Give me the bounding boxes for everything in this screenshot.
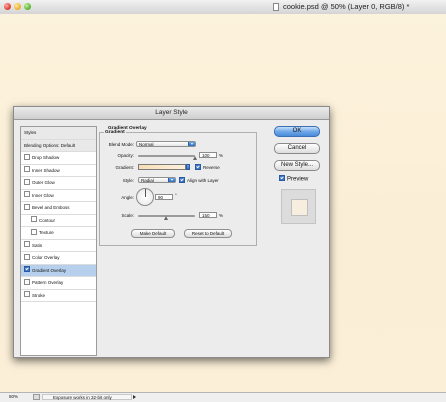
document-icon <box>273 3 279 11</box>
angle-input[interactable]: 90 <box>155 194 173 200</box>
preview-thumbnail <box>281 189 316 224</box>
new-style-button[interactable]: New Style... <box>274 160 320 171</box>
opacity-slider-thumb[interactable] <box>192 156 197 160</box>
preview-checkbox-box[interactable] <box>279 175 285 181</box>
zoom-level-field[interactable]: 50% <box>9 394 29 400</box>
style-checkbox[interactable] <box>24 191 30 198</box>
scale-slider[interactable] <box>138 215 195 220</box>
blend-mode-select[interactable]: Normal <box>136 141 196 147</box>
gradient-picker[interactable] <box>138 164 186 170</box>
style-checkbox[interactable] <box>24 291 30 298</box>
scale-input[interactable]: 150 <box>199 212 217 218</box>
style-checkbox[interactable] <box>24 203 30 210</box>
preview-checkbox[interactable]: Preview <box>279 175 309 183</box>
style-checkbox[interactable] <box>24 166 30 173</box>
opacity-unit: % <box>219 153 224 158</box>
opacity-input[interactable]: 100 <box>199 152 217 158</box>
styles-list-item[interactable]: Satin <box>21 240 96 252</box>
angle-label: Angle: <box>121 195 134 200</box>
styles-list-item-label: Stroke <box>32 292 46 298</box>
styles-list-item-label: Bevel and Emboss <box>32 205 70 210</box>
styles-list-item[interactable]: Pattern Overlay <box>21 277 96 290</box>
zoom-window-icon[interactable] <box>24 3 31 10</box>
styles-list-item-label: Texture <box>39 230 54 235</box>
styles-list-item[interactable]: Texture <box>21 227 96 240</box>
styles-list-item[interactable]: Blending Options: Default <box>21 139 96 152</box>
dialog-title: Layer Style <box>14 107 329 120</box>
style-checkbox[interactable] <box>24 266 30 273</box>
window-title: cookie.psd @ 50% (Layer 0, RGB/8) * <box>283 2 410 11</box>
gradient-group: Gradient Blend Mode: Normal Opacity: 100… <box>99 130 257 246</box>
style-checkbox[interactable] <box>31 228 37 235</box>
style-label: Style: <box>122 178 134 183</box>
style-checkbox[interactable] <box>31 216 37 223</box>
styles-list-item-label: Inner Shadow <box>32 167 60 173</box>
styles-list-item-label: Color Overlay <box>32 255 60 260</box>
style-select[interactable]: Radial <box>138 177 176 183</box>
align-checkbox-box[interactable] <box>179 177 185 183</box>
gradient-dropdown-icon[interactable] <box>186 164 190 170</box>
styles-list-item[interactable]: Styles <box>21 127 96 140</box>
style-checkbox[interactable] <box>24 278 30 285</box>
styles-list-item[interactable]: Inner Glow <box>21 190 96 202</box>
styles-list-item[interactable]: Bevel and Emboss <box>21 202 96 215</box>
styles-list-item[interactable]: Outer Glow <box>21 177 96 190</box>
chevron-down-icon <box>168 178 175 182</box>
styles-list-item[interactable]: Drop Shadow <box>21 152 96 165</box>
blend-mode-value: Normal <box>139 142 154 147</box>
align-with-layer-checkbox[interactable]: Align with Layer <box>179 177 219 184</box>
cancel-button[interactable]: Cancel <box>274 143 320 154</box>
styles-list-item-label: Styles <box>24 130 37 135</box>
gradient-overlay-panel: Gradient Overlay Gradient Blend Mode: No… <box>98 126 270 354</box>
styles-list-item-label: Outer Glow <box>32 180 55 185</box>
close-window-icon[interactable] <box>4 3 11 10</box>
angle-unit: ° <box>175 193 177 198</box>
reset-to-default-button[interactable]: Reset to Default <box>184 229 232 238</box>
angle-dial[interactable] <box>136 188 154 206</box>
opacity-slider[interactable] <box>138 155 197 160</box>
gradient-label: Gradient: <box>115 165 134 170</box>
reverse-checkbox[interactable]: Reverse <box>195 164 220 171</box>
opacity-label: Opacity: <box>117 153 134 158</box>
styles-list-item-label: Satin <box>32 242 43 248</box>
align-label: Align with Layer <box>187 178 219 184</box>
styles-list: Styles Blending Options: Default Drop Shad… <box>20 126 97 356</box>
style-checkbox[interactable] <box>24 178 30 185</box>
scale-unit: % <box>219 213 224 218</box>
styles-list-item[interactable]: Contour <box>21 215 96 227</box>
scale-slider-thumb[interactable] <box>164 216 168 220</box>
reverse-label: Reverse <box>203 165 220 171</box>
style-checkbox[interactable] <box>24 253 30 260</box>
layer-style-dialog: Layer Style Styles Blending Options: Defa… <box>13 106 330 358</box>
ok-button[interactable]: OK <box>274 126 320 137</box>
preview-swatch <box>291 199 308 216</box>
styles-list-item-label: Pattern Overlay <box>32 280 64 285</box>
preview-label: Preview <box>287 176 309 183</box>
styles-list-item[interactable]: Color Overlay <box>21 252 96 265</box>
styles-list-item-label: Drop Shadow <box>32 155 60 160</box>
styles-list-item-label: Blending Options: Default <box>24 142 76 148</box>
scale-label: Scale: <box>121 213 134 218</box>
styles-list-item[interactable]: Inner Shadow <box>21 165 96 177</box>
styles-list-item[interactable]: Gradient Overlay <box>21 264 96 277</box>
styles-list-item-label: Gradient Overlay <box>32 267 67 273</box>
style-checkbox[interactable] <box>24 241 30 248</box>
group-title: Gradient <box>104 130 126 135</box>
minimize-window-icon[interactable] <box>14 3 21 10</box>
style-value: Radial <box>141 178 154 183</box>
styles-list-item-label: Contour <box>39 217 56 223</box>
status-menu-arrow-icon[interactable] <box>133 395 136 399</box>
reverse-checkbox-box[interactable] <box>195 164 201 170</box>
blend-mode-label: Blend Mode: <box>108 142 134 147</box>
style-checkbox[interactable] <box>24 153 30 160</box>
styles-list-item-label: Inner Glow <box>32 192 54 198</box>
window-titlebar: cookie.psd @ 50% (Layer 0, RGB/8) * <box>0 0 446 15</box>
styles-list-item[interactable]: Stroke <box>21 290 96 302</box>
status-message[interactable]: Exposure works in 32-bit only <box>42 394 132 400</box>
chevron-down-icon <box>188 142 195 146</box>
make-default-button[interactable]: Make Default <box>131 229 175 238</box>
status-info-icon[interactable] <box>33 394 40 400</box>
